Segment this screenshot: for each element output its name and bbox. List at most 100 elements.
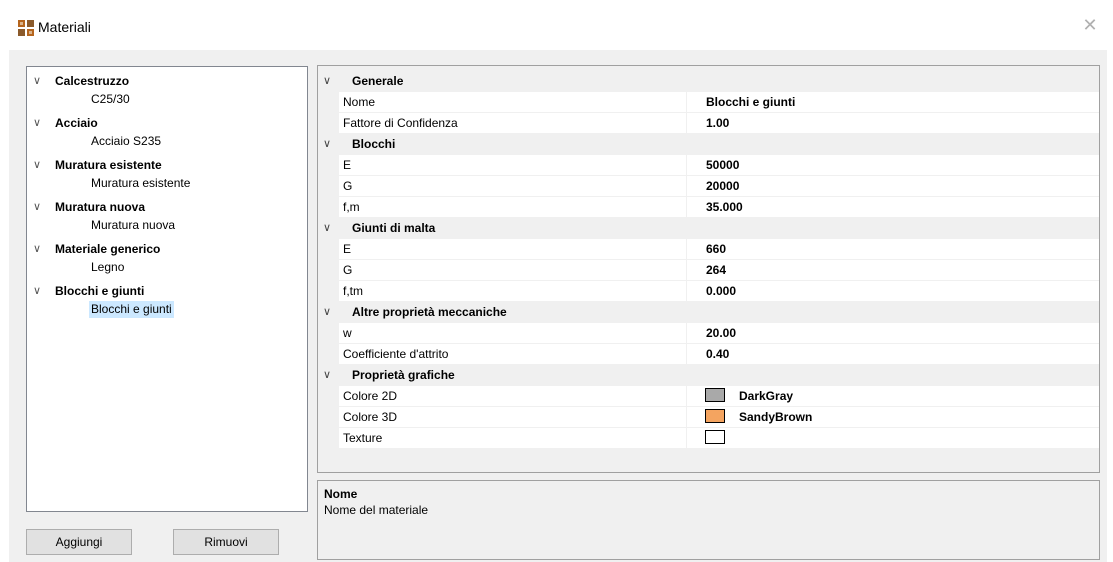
help-title: Nome [324, 487, 358, 501]
column-divider [686, 92, 687, 113]
row-margin [318, 407, 339, 428]
property-value[interactable]: 35.000 [706, 200, 743, 214]
add-button[interactable]: Aggiungi [26, 529, 132, 555]
property-row[interactable]: Coefficiente d'attrito 0.40 [318, 344, 1099, 365]
property-grid[interactable]: ∨ Generale Nome Blocchi e giunti Fattore di … [317, 65, 1100, 473]
property-value[interactable]: 0.40 [706, 347, 729, 361]
property-value[interactable]: 0.000 [706, 284, 736, 298]
color-swatch[interactable] [705, 430, 725, 444]
row-margin [318, 155, 339, 176]
chevron-down-icon[interactable]: ∨ [33, 156, 45, 174]
category-row[interactable]: ∨ Proprietà grafiche [318, 365, 1099, 386]
tree-item[interactable]: Acciaio S235 [89, 133, 163, 150]
color-swatch[interactable] [705, 388, 725, 402]
property-value[interactable]: 660 [706, 242, 726, 256]
column-divider [686, 176, 687, 197]
category-title: Altre proprietà meccaniche [352, 305, 507, 319]
property-row[interactable]: Nome Blocchi e giunti [318, 92, 1099, 113]
row-margin [318, 92, 339, 113]
chevron-down-icon[interactable]: ∨ [33, 114, 45, 132]
property-value[interactable]: DarkGray [739, 389, 793, 403]
column-divider [686, 113, 687, 134]
property-name: G [343, 263, 353, 277]
category-title: Blocchi [352, 137, 396, 151]
column-divider [686, 428, 687, 449]
row-margin [318, 386, 339, 407]
category-title: Giunti di malta [352, 221, 436, 235]
row-margin [318, 281, 339, 302]
property-name: G [343, 179, 353, 193]
property-value[interactable]: SandyBrown [739, 410, 812, 424]
material-tree[interactable]: ∨ Calcestruzzo C25/30 ∨ Acciaio Acciaio S235 ∨… [26, 66, 308, 512]
property-value[interactable]: 20.00 [706, 326, 736, 340]
help-description: Nome del materiale [324, 503, 429, 517]
property-row[interactable]: w 20.00 [318, 323, 1099, 344]
property-name: f,tm [343, 284, 363, 298]
property-row[interactable]: G 264 [318, 260, 1099, 281]
property-row[interactable]: f,tm 0.000 [318, 281, 1099, 302]
close-icon[interactable]: ✕ [1079, 14, 1101, 36]
color-swatch[interactable] [705, 409, 725, 423]
tree-group-label: Muratura esistente [55, 158, 162, 172]
chevron-down-icon[interactable]: ∨ [323, 221, 331, 234]
property-row[interactable]: f,m 35.000 [318, 197, 1099, 218]
property-row[interactable]: E 660 [318, 239, 1099, 260]
window-title: Materiali [38, 19, 91, 35]
property-name: w [343, 326, 352, 340]
tree-item[interactable]: Legno [89, 259, 126, 276]
property-row[interactable]: Colore 2D DarkGray [318, 386, 1099, 407]
column-divider [686, 344, 687, 365]
property-row[interactable]: G 20000 [318, 176, 1099, 197]
property-row[interactable]: E 50000 [318, 155, 1099, 176]
chevron-down-icon[interactable]: ∨ [323, 74, 331, 87]
row-divider [339, 448, 1099, 449]
property-value[interactable]: 20000 [706, 179, 739, 193]
property-name: Texture [343, 431, 383, 445]
chevron-down-icon[interactable]: ∨ [33, 72, 45, 90]
chevron-down-icon[interactable]: ∨ [33, 282, 45, 300]
column-divider [686, 239, 687, 260]
category-title: Generale [352, 74, 404, 88]
row-margin [318, 344, 339, 365]
row-margin [318, 113, 339, 134]
row-margin [318, 260, 339, 281]
category-row[interactable]: ∨ Altre proprietà meccaniche [318, 302, 1099, 323]
remove-button[interactable]: Rimuovi [173, 529, 279, 555]
property-row[interactable]: Fattore di Confidenza 1.00 [318, 113, 1099, 134]
property-name: f,m [343, 200, 360, 214]
row-margin [318, 197, 339, 218]
chevron-down-icon[interactable]: ∨ [323, 305, 331, 318]
category-title: Proprietà grafiche [352, 368, 455, 382]
column-divider [686, 155, 687, 176]
row-margin [318, 176, 339, 197]
chevron-down-icon[interactable]: ∨ [33, 240, 45, 258]
category-row[interactable]: ∨ Blocchi [318, 134, 1099, 155]
row-margin [318, 323, 339, 344]
tree-item[interactable]: Muratura nuova [89, 217, 177, 234]
category-row[interactable]: ∨ Giunti di malta [318, 218, 1099, 239]
chevron-down-icon[interactable]: ∨ [323, 137, 331, 150]
chevron-down-icon[interactable]: ∨ [33, 198, 45, 216]
property-name: Nome [343, 95, 376, 109]
property-name: Colore 3D [343, 410, 398, 424]
property-value[interactable]: Blocchi e giunti [706, 95, 795, 109]
window-client: ∨ Calcestruzzo C25/30 ∨ Acciaio Acciaio S235 ∨… [9, 50, 1107, 562]
tree-item[interactable]: Muratura esistente [89, 175, 192, 192]
category-row[interactable]: ∨ Generale [318, 71, 1099, 92]
property-row[interactable]: Texture [318, 428, 1099, 449]
column-divider [686, 197, 687, 218]
property-value[interactable]: 264 [706, 263, 726, 277]
property-value[interactable]: 50000 [706, 158, 739, 172]
tree-group-label: Blocchi e giunti [55, 284, 145, 298]
chevron-down-icon[interactable]: ∨ [323, 368, 331, 381]
property-row[interactable]: Colore 3D SandyBrown [318, 407, 1099, 428]
property-value[interactable]: 1.00 [706, 116, 729, 130]
title-bar: Materiali ✕ [0, 0, 1113, 50]
tree-item[interactable]: C25/30 [89, 91, 132, 108]
tree-item[interactable]: Blocchi e giunti [89, 301, 174, 318]
property-name: Colore 2D [343, 389, 398, 403]
property-name: Coefficiente d'attrito [343, 347, 449, 361]
row-margin [318, 428, 339, 449]
tree-group-label: Acciaio [55, 116, 98, 130]
column-divider [686, 260, 687, 281]
